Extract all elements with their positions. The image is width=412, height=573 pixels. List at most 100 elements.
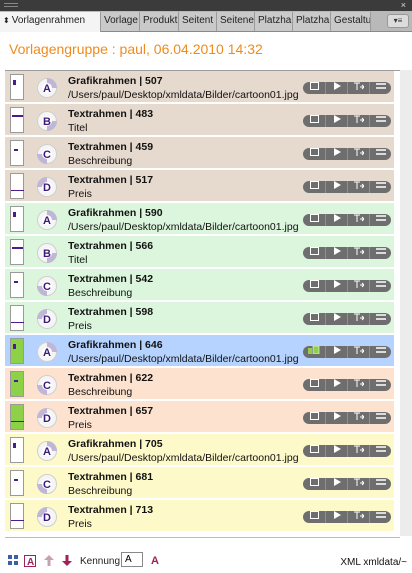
place-icon[interactable] xyxy=(347,412,370,424)
list-item[interactable]: D Textrahmen | 713 Preis xyxy=(5,500,394,532)
assign-letter-button[interactable]: A xyxy=(151,555,159,567)
frame-letter-icon: C xyxy=(37,144,57,164)
view-icon[interactable] xyxy=(303,82,325,94)
play-icon[interactable] xyxy=(325,181,348,193)
panel-menu-button[interactable]: ▾≡ xyxy=(387,14,409,28)
list-icon[interactable] xyxy=(369,115,392,127)
list-icon[interactable] xyxy=(369,82,392,94)
place-icon[interactable] xyxy=(347,445,370,457)
play-icon[interactable] xyxy=(325,115,348,127)
play-icon[interactable] xyxy=(325,511,348,523)
frame-letter: A xyxy=(43,83,51,95)
view-icon[interactable] xyxy=(303,511,325,523)
list-icon[interactable] xyxy=(369,412,392,424)
tab-1[interactable]: Vorlage xyxy=(101,12,140,31)
frame-title: Textrahmen | 713 xyxy=(68,504,154,516)
play-icon[interactable] xyxy=(325,148,348,160)
frame-letter: D xyxy=(43,512,51,524)
tab-7[interactable]: Gestaltu xyxy=(331,12,371,31)
list-item[interactable]: C Textrahmen | 542 Beschreibung xyxy=(5,269,394,301)
list-icon[interactable] xyxy=(369,313,392,325)
place-icon[interactable] xyxy=(347,313,370,325)
tab-label: Gestaltu xyxy=(334,15,371,26)
list-item[interactable]: D Textrahmen | 517 Preis xyxy=(5,170,394,202)
list-icon[interactable] xyxy=(369,511,392,523)
list-icon[interactable] xyxy=(369,247,392,259)
view-icon[interactable] xyxy=(303,313,325,325)
panel-titlebar[interactable]: × xyxy=(0,0,412,11)
view-icon[interactable] xyxy=(303,280,325,292)
view-icon[interactable] xyxy=(303,345,325,358)
tab-bar: Gestaltu Platzha Platzha Seitene Seitent Prod… xyxy=(0,11,412,32)
view-icon[interactable] xyxy=(303,214,325,226)
list-item[interactable]: D Textrahmen | 657 Preis xyxy=(5,401,394,433)
grip-icon[interactable] xyxy=(4,3,18,7)
place-icon[interactable] xyxy=(347,478,370,490)
frame-letter-icon: B xyxy=(37,111,57,131)
view-icon[interactable] xyxy=(303,247,325,259)
tab-0[interactable]: ⬍ Vorlagenrahmen xyxy=(0,12,101,32)
list-icon[interactable] xyxy=(369,445,392,457)
play-icon[interactable] xyxy=(325,280,348,292)
frame-letter-icon: C xyxy=(37,474,57,494)
list-icon[interactable] xyxy=(369,379,392,391)
place-icon[interactable] xyxy=(347,280,370,292)
frame-title: Grafikrahmen | 507 xyxy=(68,75,163,87)
play-icon[interactable] xyxy=(325,478,348,490)
list-icon[interactable] xyxy=(369,478,392,490)
place-icon[interactable] xyxy=(347,82,370,94)
list-item[interactable]: D Textrahmen | 598 Preis xyxy=(5,302,394,334)
view-icon[interactable] xyxy=(303,379,325,391)
view-icon[interactable] xyxy=(303,181,325,193)
list-item[interactable]: C Textrahmen | 681 Beschreibung xyxy=(5,467,394,499)
move-up-icon[interactable] xyxy=(44,555,54,569)
view-icon[interactable] xyxy=(303,445,325,457)
tab-6[interactable]: Platzha xyxy=(293,12,331,31)
close-icon[interactable]: × xyxy=(401,1,406,10)
list-item[interactable]: C Textrahmen | 622 Beschreibung xyxy=(5,368,394,400)
tab-2[interactable]: Produkt xyxy=(140,12,179,31)
grid-icon[interactable] xyxy=(8,555,18,568)
place-icon[interactable] xyxy=(347,148,370,160)
play-icon[interactable] xyxy=(325,247,348,259)
place-icon[interactable] xyxy=(347,181,370,193)
list-item[interactable]: C Textrahmen | 459 Beschreibung xyxy=(5,137,394,169)
place-icon[interactable] xyxy=(347,247,370,259)
list-icon[interactable] xyxy=(369,181,392,193)
place-icon[interactable] xyxy=(347,379,370,391)
list-icon[interactable] xyxy=(369,346,392,358)
frame-thumbnail xyxy=(10,470,24,496)
list-item[interactable]: A Grafikrahmen | 646/Users/paul/Desktop/x… xyxy=(5,335,394,367)
list-item[interactable]: A Grafikrahmen | 590/Users/paul/Desktop/x… xyxy=(5,203,394,235)
view-icon[interactable] xyxy=(303,478,325,490)
list-icon[interactable] xyxy=(369,280,392,292)
play-icon[interactable] xyxy=(325,379,348,391)
play-icon[interactable] xyxy=(325,346,348,358)
play-icon[interactable] xyxy=(325,313,348,325)
list-item[interactable]: A Grafikrahmen | 507/Users/paul/Desktop/x… xyxy=(5,71,394,103)
list-icon[interactable] xyxy=(369,214,392,226)
tab-5[interactable]: Platzha xyxy=(255,12,293,31)
play-icon[interactable] xyxy=(325,445,348,457)
place-icon[interactable] xyxy=(347,115,370,127)
play-icon[interactable] xyxy=(325,412,348,424)
play-icon[interactable] xyxy=(325,214,348,226)
letter-frame-icon[interactable]: A xyxy=(24,555,36,570)
tab-4[interactable]: Seitene xyxy=(217,12,255,31)
view-icon[interactable] xyxy=(303,115,325,127)
tab-3[interactable]: Seitent xyxy=(179,12,217,31)
place-icon[interactable] xyxy=(347,511,370,523)
kennung-input[interactable] xyxy=(121,552,143,567)
list-icon[interactable] xyxy=(369,148,392,160)
list-item[interactable]: B Textrahmen | 566 Titel xyxy=(5,236,394,268)
view-icon[interactable] xyxy=(303,148,325,160)
move-down-icon[interactable] xyxy=(62,555,72,569)
list-item[interactable]: B Textrahmen | 483 Titel xyxy=(5,104,394,136)
view-icon[interactable] xyxy=(303,412,325,424)
scrollbar[interactable] xyxy=(400,70,412,536)
place-icon[interactable] xyxy=(347,214,370,226)
list-item[interactable]: A Grafikrahmen | 705/Users/paul/Desktop/x… xyxy=(5,434,394,466)
play-icon[interactable] xyxy=(325,82,348,94)
frame-subtitle: Preis xyxy=(68,518,92,530)
place-icon[interactable] xyxy=(347,346,370,358)
